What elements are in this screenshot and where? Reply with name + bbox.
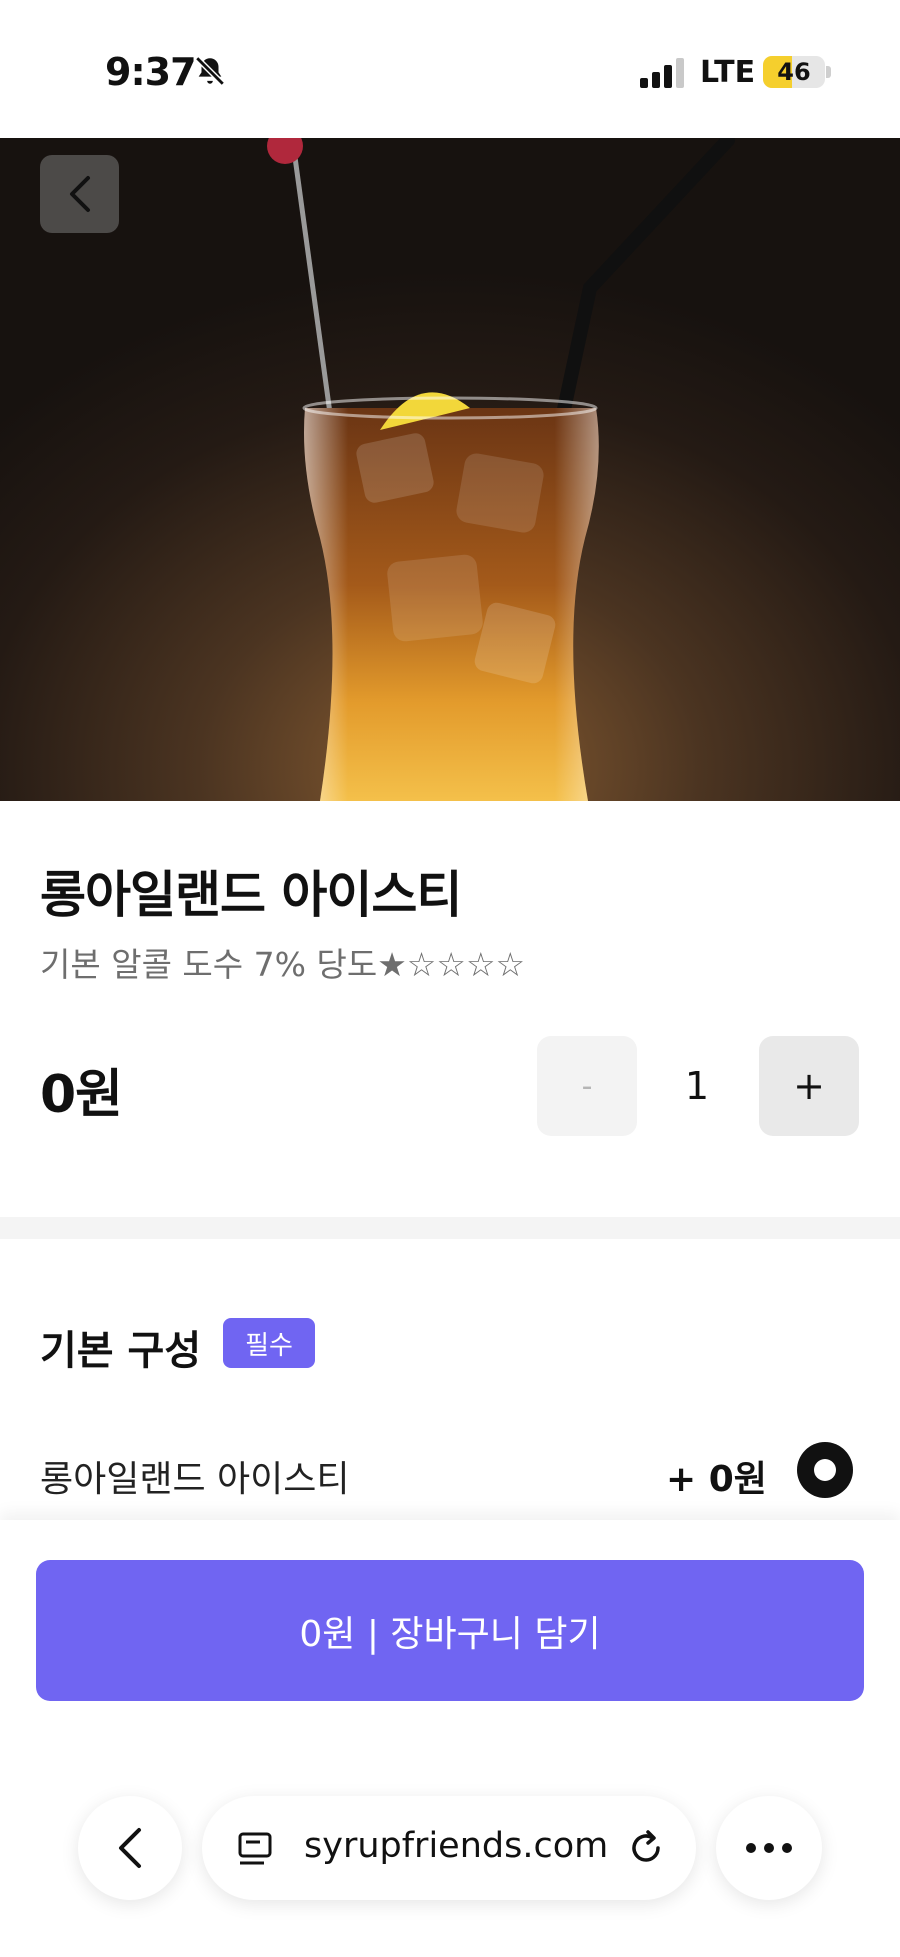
url-text: syrupfriends.com	[304, 1826, 609, 1866]
reload-icon[interactable]	[626, 1828, 666, 1868]
battery-tip	[826, 66, 831, 78]
quantity-value: 1	[684, 1064, 710, 1108]
more-button[interactable]	[716, 1796, 822, 1900]
more-icon	[746, 1843, 756, 1853]
browser-toolbar: syrupfriends.com	[0, 1770, 900, 1957]
product-price: 0원	[40, 1065, 123, 1125]
option-label: 롱아일랜드 아이스티	[40, 1459, 350, 1500]
cocktail-illustration	[267, 138, 735, 801]
chevron-left-icon	[69, 176, 90, 212]
add-to-cart-button[interactable]: 0원 | 장바구니 담기	[36, 1560, 864, 1701]
option-row[interactable]: 롱아일랜드 아이스티 + 0원	[0, 1440, 900, 1500]
option-radio-selected[interactable]	[797, 1442, 853, 1498]
product-image	[0, 138, 900, 801]
address-bar[interactable]: syrupfriends.com	[202, 1796, 696, 1900]
back-button[interactable]	[40, 155, 119, 233]
required-badge: 필수	[223, 1318, 315, 1368]
bottom-bar: 0원 | 장바구니 담기 syrupfriends.com	[0, 1520, 900, 1957]
browser-back-button[interactable]	[78, 1796, 182, 1900]
battery-level: 46	[777, 58, 811, 86]
product-title: 롱아일랜드 아이스티	[40, 866, 462, 924]
bell-slash-icon	[195, 56, 225, 86]
status-bar: 9:37 LTE 46	[0, 0, 900, 138]
base-options-title: 기본 구성	[40, 1328, 202, 1374]
section-divider	[0, 1217, 900, 1239]
signal-icon	[640, 58, 684, 88]
network-type: LTE	[700, 55, 756, 90]
battery-icon: 46	[763, 56, 825, 88]
page-icon	[238, 1832, 272, 1865]
quantity-decrease-button[interactable]: -	[537, 1036, 637, 1136]
option-price: + 0원	[666, 1459, 767, 1500]
product-description: 기본 알콜 도수 7% 당도★☆☆☆☆	[40, 945, 526, 984]
quantity-increase-button[interactable]: +	[759, 1036, 859, 1136]
status-time: 9:37	[105, 50, 197, 94]
chevron-left-icon	[119, 1828, 141, 1868]
